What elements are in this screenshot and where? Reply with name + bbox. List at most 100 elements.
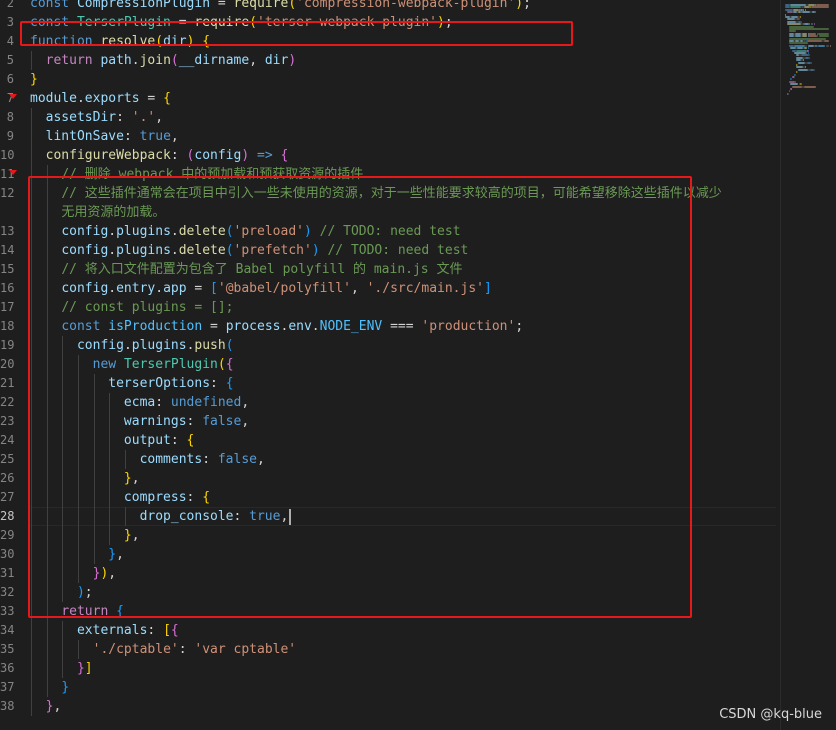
line-number: 30 <box>0 547 15 561</box>
code-text[interactable]: lintOnSave: true, <box>30 127 179 146</box>
line-number: 14 <box>0 243 15 257</box>
code-text[interactable]: }] <box>30 659 93 678</box>
line-number: 26 <box>0 471 15 485</box>
code-line[interactable]: 35 './cptable': 'var cptable' <box>0 640 780 659</box>
line-number: 36 <box>0 661 15 675</box>
code-token: , <box>53 699 62 714</box>
code-token: : <box>170 148 187 163</box>
line-number: 31 <box>0 566 15 580</box>
code-token: CompressionPlugin <box>76 0 211 11</box>
code-token: : <box>178 642 195 657</box>
minimap-line <box>796 71 798 74</box>
code-token: join <box>139 53 171 68</box>
minimap-line <box>790 47 796 50</box>
minimap-line <box>808 35 818 38</box>
minimap-line <box>806 40 822 42</box>
code-line[interactable]: 37 } <box>0 678 780 697</box>
minimap-line <box>819 35 829 38</box>
code-line[interactable]: 7 module.exports = { <box>0 89 780 108</box>
code-line[interactable]: 9 lintOnSave: true, <box>0 127 780 146</box>
line-number: 25 <box>0 452 15 466</box>
code-token: './cptable' <box>92 642 179 657</box>
code-token: ( <box>288 0 297 11</box>
minimap-line <box>790 83 799 86</box>
code-line[interactable]: 5 return path.join(__dirname, dir) <box>0 51 780 70</box>
line-number: 24 <box>0 433 15 447</box>
line-number: 37 <box>0 680 15 694</box>
minimap-line <box>801 83 803 86</box>
minimap-line <box>813 23 815 26</box>
minimap-line <box>794 73 796 76</box>
line-number: 32 <box>0 585 15 599</box>
code-text[interactable]: configureWebpack: (config) => { <box>30 146 289 165</box>
line-number: 16 <box>0 281 15 295</box>
code-token: = <box>139 91 164 106</box>
code-token: { <box>280 148 289 163</box>
code-text[interactable]: externals: [{ <box>30 621 179 640</box>
line-number: 15 <box>0 262 15 276</box>
minimap-line <box>830 44 831 47</box>
code-token: dir <box>264 53 289 68</box>
code-line[interactable]: 8 assetsDir: '.', <box>0 108 780 127</box>
code-text[interactable]: module.exports = { <box>30 89 171 108</box>
minimap-line <box>814 11 816 14</box>
code-line[interactable]: 6} <box>0 70 780 89</box>
minimap-line <box>803 59 804 62</box>
highlight-box-terser-require <box>20 21 573 46</box>
line-number: 34 <box>0 623 15 637</box>
code-token: } <box>76 661 85 676</box>
minimap-line <box>823 40 829 42</box>
line-number: 3 <box>6 15 14 29</box>
minimap[interactable] <box>780 0 836 730</box>
line-number: 35 <box>0 642 15 656</box>
line-number: 38 <box>0 699 15 713</box>
code-token: , <box>155 110 164 125</box>
code-text[interactable]: }, <box>30 697 62 716</box>
code-line[interactable]: 34 externals: [{ <box>0 621 780 640</box>
minimap-line <box>791 88 793 90</box>
code-editor[interactable]: 2 const CompressionPlugin = require('comp… <box>0 0 836 730</box>
fold-marker-icon[interactable] <box>9 94 17 99</box>
code-token: module <box>30 91 77 106</box>
minimap-line <box>797 61 805 64</box>
minimap-line <box>794 76 795 78</box>
line-number: 27 <box>0 490 15 504</box>
code-line[interactable]: 36 }] <box>0 659 780 678</box>
minimap-line <box>803 85 816 88</box>
code-token: configureWebpack <box>45 148 171 163</box>
code-token: { <box>170 623 179 638</box>
fold-marker-icon[interactable] <box>9 170 17 175</box>
line-number: 22 <box>0 395 15 409</box>
line-number: 2 <box>6 0 14 10</box>
minimap-line <box>807 47 809 50</box>
code-text[interactable]: assetsDir: '.', <box>30 108 163 127</box>
code-line[interactable]: 10 configureWebpack: (config) => { <box>0 146 780 165</box>
code-token: } <box>61 680 70 695</box>
code-token: = <box>210 0 234 11</box>
line-number: 21 <box>0 376 15 390</box>
code-token: 'compression-webpack-plugin' <box>296 0 516 11</box>
code-text[interactable]: } <box>30 70 38 89</box>
code-token: externals <box>76 623 148 638</box>
code-text[interactable]: } <box>30 678 69 697</box>
code-token: ; <box>523 0 531 11</box>
code-line[interactable]: 38 }, <box>0 697 780 716</box>
code-line[interactable]: 2 const CompressionPlugin = require('comp… <box>0 0 780 13</box>
code-text[interactable]: return path.join(__dirname, dir) <box>30 51 297 70</box>
minimap-line <box>787 92 789 95</box>
minimap-line <box>825 44 829 47</box>
code-text[interactable]: const CompressionPlugin = require('compr… <box>30 0 531 13</box>
line-number: 29 <box>0 528 15 542</box>
code-text[interactable]: './cptable': 'var cptable' <box>30 640 297 659</box>
code-token: => <box>257 148 273 163</box>
code-token: : <box>123 129 140 144</box>
minimap-line <box>792 85 803 88</box>
line-number: 18 <box>0 319 15 333</box>
minimap-line <box>811 61 813 64</box>
